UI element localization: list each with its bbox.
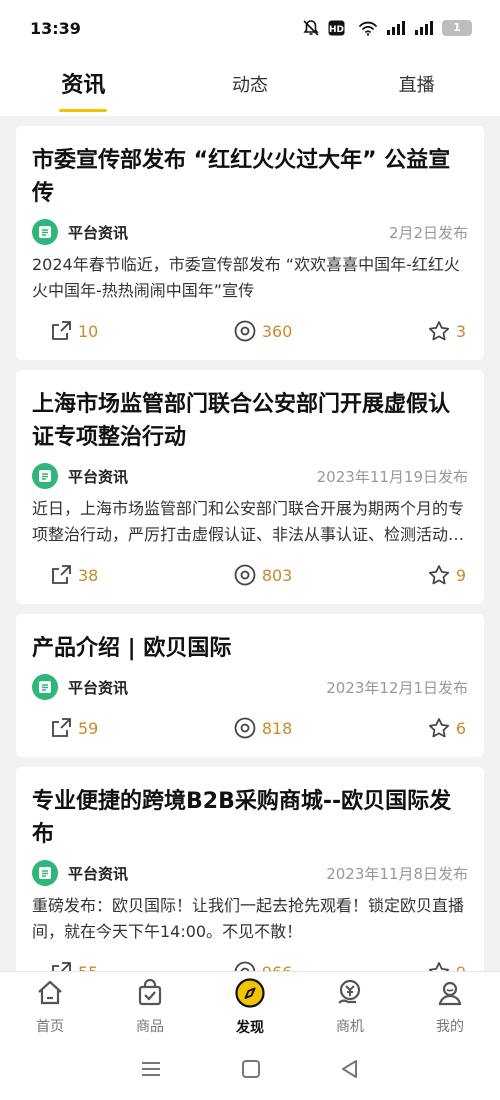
favorite-count: 6 [455, 718, 466, 738]
view-count: 360 [261, 321, 293, 341]
signal-icon [386, 20, 406, 36]
nav-home[interactable]: 首页 [0, 978, 100, 1036]
favorite-button[interactable]: 3 [428, 320, 466, 342]
share-button[interactable]: 38 [50, 564, 98, 586]
article-title[interactable]: 市委宣传部发布 “红红火火过大年” 公益宣传 [32, 144, 468, 210]
source-icon [32, 860, 58, 886]
source-name: 平台资讯 [68, 467, 129, 486]
article-meta: 平台资讯 2月2日发布 [32, 218, 468, 246]
star-icon [428, 717, 450, 739]
eye-icon [234, 717, 256, 739]
svg-text:HD: HD [329, 25, 344, 35]
publish-date: 2023年11月19日发布 [316, 467, 468, 486]
share-button[interactable]: 10 [50, 320, 98, 342]
view-count: 803 [261, 565, 293, 585]
wifi-icon [358, 20, 378, 36]
source-icon [32, 674, 58, 700]
home-icon [35, 978, 65, 1012]
view-count: 818 [261, 718, 293, 738]
battery-indicator: 1 [442, 20, 472, 36]
tab-live[interactable]: 直播 [333, 56, 500, 116]
yen-opportunity-icon [335, 978, 365, 1012]
share-icon [50, 320, 72, 342]
tab-moments[interactable]: 动态 [167, 56, 334, 116]
nav-products[interactable]: 商品 [100, 978, 200, 1036]
star-icon [428, 564, 450, 586]
article-meta: 平台资讯 2023年11月8日发布 [32, 859, 468, 887]
view-stat: 803 [234, 564, 293, 586]
eye-icon [234, 564, 256, 586]
eye-icon [234, 320, 256, 342]
article-meta: 平台资讯 2023年11月19日发布 [32, 462, 468, 490]
system-nav-bar [0, 1041, 500, 1100]
nav-label: 发现 [236, 1019, 264, 1036]
publish-date: 2月2日发布 [388, 223, 468, 242]
star-icon [428, 320, 450, 342]
share-count: 59 [78, 718, 99, 738]
status-time: 13:39 [30, 18, 81, 38]
source-name: 平台资讯 [68, 678, 129, 697]
nav-discover[interactable]: 发现 [200, 977, 300, 1037]
tab-news[interactable]: 资讯 [0, 56, 167, 116]
status-icons: HD 1 [302, 19, 472, 37]
view-stat: 818 [234, 717, 293, 739]
source-icon [32, 463, 58, 489]
article-stats: 59 818 6 [32, 713, 468, 743]
article-card[interactable]: 上海市场监管部门联合公安部门开展虚假认证专项整治行动 平台资讯 2023年11月… [16, 370, 484, 604]
article-excerpt: 近日，上海市场监管部门和公安部门联合开展为期两个月的专项整治行动，严厉打击虚假认… [32, 499, 465, 544]
signal-icon-2 [414, 20, 434, 36]
nav-profile[interactable]: 我的 [400, 978, 500, 1036]
article-stats: 10 360 3 [32, 316, 468, 346]
publish-date: 2023年12月1日发布 [326, 678, 468, 697]
article-card[interactable]: 专业便捷的跨境B2B采购商城--欧贝国际发布 平台资讯 2023年11月8日发布… [16, 767, 484, 1001]
back-icon[interactable] [340, 1059, 360, 1083]
article-title[interactable]: 产品介绍 | 欧贝国际 [32, 632, 468, 665]
article-excerpt: 2024年春节临近，市委宣传部发布 “欢欢喜喜中国年-红红火火中国年-热热闹闹中… [32, 255, 460, 300]
share-icon [50, 564, 72, 586]
article-excerpt: 重磅发布：欧贝国际！让我们一起去抢先观看！锁定欧贝直播间，就在今天下午14:00… [32, 896, 465, 941]
article-card[interactable]: 市委宣传部发布 “红红火火过大年” 公益宣传 平台资讯 2月2日发布 2024年… [16, 126, 484, 360]
menu-icon[interactable] [140, 1060, 162, 1082]
home-square-icon[interactable] [241, 1059, 261, 1083]
news-feed: 市委宣传部发布 “红红火火过大年” 公益宣传 平台资讯 2月2日发布 2024年… [16, 126, 484, 1011]
favorite-button[interactable]: 6 [428, 717, 466, 739]
user-icon [435, 978, 465, 1012]
article-card[interactable]: 产品介绍 | 欧贝国际 平台资讯 2023年12月1日发布 59 818 6 [16, 614, 484, 757]
source-icon [32, 219, 58, 245]
nav-label: 我的 [436, 1018, 464, 1035]
article-title[interactable]: 专业便捷的跨境B2B采购商城--欧贝国际发布 [32, 785, 468, 851]
share-count: 10 [78, 321, 99, 341]
mute-icon [302, 19, 320, 37]
nav-label: 商品 [136, 1018, 164, 1035]
status-bar: 13:39 HD 1 [0, 0, 500, 56]
nav-label: 商机 [336, 1018, 364, 1035]
favorite-button[interactable]: 9 [428, 564, 466, 586]
nav-opportunities[interactable]: 商机 [300, 978, 400, 1036]
favorite-count: 9 [455, 565, 466, 585]
article-title[interactable]: 上海市场监管部门联合公安部门开展虚假认证专项整治行动 [32, 388, 468, 454]
top-tabs: 资讯 动态 直播 [0, 56, 500, 116]
favorite-count: 3 [455, 321, 466, 341]
hd-icon: HD [328, 20, 350, 36]
source-name: 平台资讯 [68, 223, 129, 242]
share-count: 38 [78, 565, 99, 585]
article-meta: 平台资讯 2023年12月1日发布 [32, 673, 468, 701]
publish-date: 2023年11月8日发布 [326, 864, 468, 883]
bottom-nav: 首页 商品 发现 商机 我的 [0, 971, 500, 1041]
source-name: 平台资讯 [68, 864, 129, 883]
compass-icon [234, 977, 266, 1013]
share-button[interactable]: 59 [50, 717, 98, 739]
shopping-bag-icon [135, 978, 165, 1012]
nav-label: 首页 [36, 1018, 64, 1035]
view-stat: 360 [234, 320, 293, 342]
share-icon [50, 717, 72, 739]
article-stats: 38 803 9 [32, 560, 468, 590]
